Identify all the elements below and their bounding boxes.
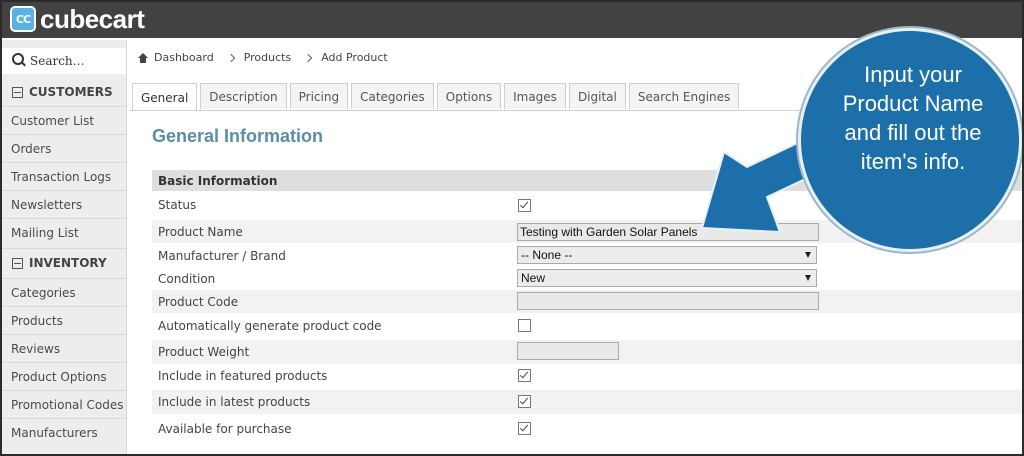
callout-text: Input your Product Name and fill out the…	[822, 60, 1004, 176]
app-window: CC cubecart Search… CUSTOMERS Customer L…	[0, 0, 1024, 456]
callout-line: item's info.	[860, 149, 966, 174]
callout-line: Product Name	[842, 91, 984, 116]
callout-line: Input your	[864, 62, 962, 87]
callout-line: and fill out the	[844, 120, 982, 145]
